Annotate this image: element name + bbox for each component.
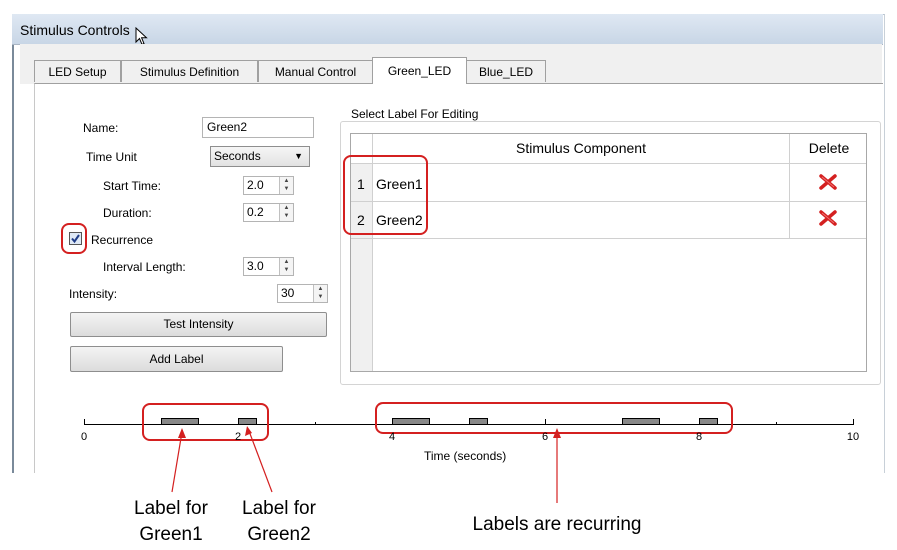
annotation-green2: Label for Green2 <box>242 498 316 545</box>
timeline-tick-label: 8 <box>695 431 703 443</box>
annotation-green1: Label for Green1 <box>134 498 208 545</box>
timeline-tick-label: 0 <box>80 431 88 443</box>
timeline-tick-label: 6 <box>541 431 549 443</box>
tab-green-led[interactable]: Green_LED <box>372 57 467 84</box>
timeline-tick-label: 2 <box>234 431 242 443</box>
annotation-recurring: Labels are recurring <box>472 514 642 535</box>
timeline-tick-label: 10 <box>846 431 860 443</box>
timeline-tick-label: 4 <box>388 431 396 443</box>
